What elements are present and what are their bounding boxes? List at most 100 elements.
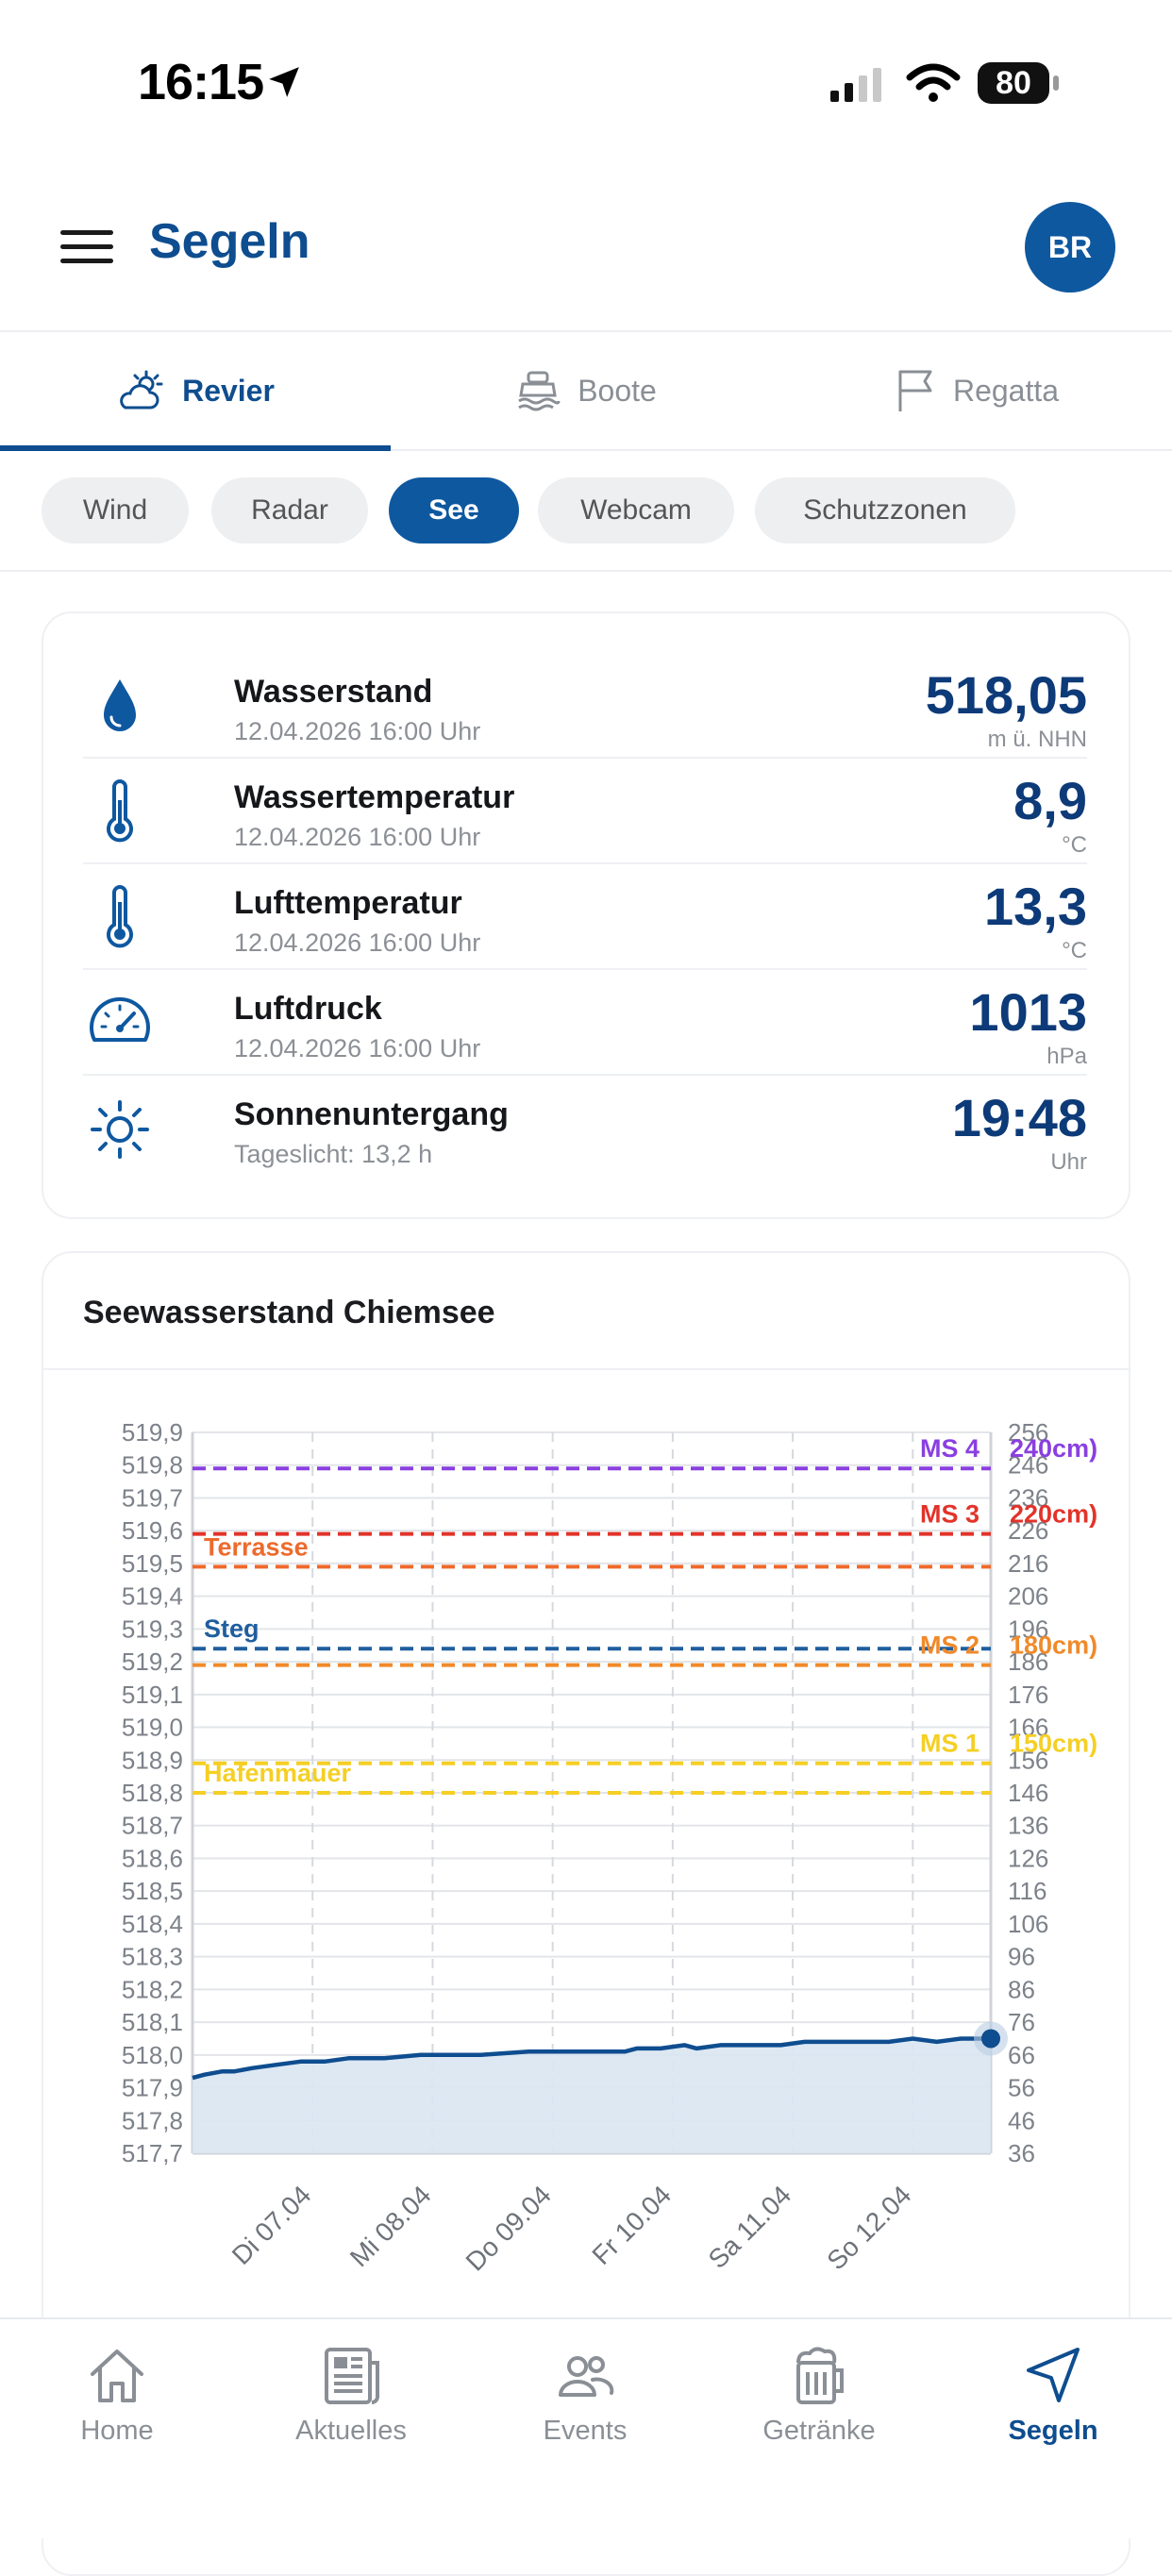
chip-wind[interactable]: Wind	[42, 477, 189, 544]
y-tick-label: 519,4	[122, 1582, 183, 1611]
chip-see[interactable]: See	[389, 477, 519, 544]
tab-revier[interactable]: Revier	[0, 332, 391, 449]
y2-tick-label: 96	[1008, 1943, 1035, 1971]
y2-tick-label: 76	[1008, 2008, 1035, 2036]
home-icon	[91, 2350, 143, 2402]
reference-label: MS 3	[920, 1500, 979, 1529]
sun-icon	[91, 1100, 149, 1159]
y-tick-label: 519,5	[122, 1549, 183, 1578]
chip-webcam[interactable]: Webcam	[538, 477, 734, 544]
reference-label: MS 4	[920, 1434, 979, 1463]
location-arrow-icon	[269, 67, 299, 97]
tab-label: Regatta	[952, 373, 1060, 408]
page-title: Segeln	[149, 214, 310, 269]
condition-unit: °C	[1062, 938, 1087, 963]
y2-tick-label: 146	[1008, 1779, 1048, 1807]
tab-label: Boote	[578, 373, 657, 408]
condition-label: Luftdruck	[234, 991, 382, 1027]
condition-value: 13,3	[984, 877, 1087, 936]
wifi-icon	[906, 63, 961, 102]
y2-tick-label: 46	[1008, 2106, 1035, 2134]
thermometer-icon	[107, 779, 133, 843]
condition-row-wassertemperatur: Wassertemperatur 12.04.2026 16:00 Uhr 8,…	[83, 759, 1087, 864]
status-time: 16:15	[138, 54, 264, 110]
boat-icon	[518, 371, 561, 411]
y-tick-label: 519,8	[122, 1451, 183, 1480]
y2-tick-label: 36	[1008, 2139, 1035, 2167]
condition-unit: °C	[1062, 832, 1087, 858]
y2-tick-label: 86	[1008, 1975, 1035, 2003]
y2-tick-label: 126	[1008, 1844, 1048, 1872]
y-tick-label: 518,7	[122, 1812, 183, 1840]
cellular-signal-icon	[830, 68, 881, 102]
beer-mug-icon	[796, 2347, 844, 2404]
y-tick-label: 518,3	[122, 1943, 183, 1971]
condition-timestamp: 12.04.2026 16:00 Uhr	[234, 928, 481, 957]
nav-segeln[interactable]: Segeln	[936, 2342, 1170, 2474]
condition-unit: m ü. NHN	[987, 727, 1087, 752]
battery-indicator: 80	[978, 62, 1059, 106]
y-tick-label: 517,9	[122, 2074, 183, 2102]
hamburger-icon[interactable]	[60, 228, 113, 266]
x-tick-label: Mi 08.04	[344, 2180, 437, 2272]
y-tick-label: 519,9	[122, 1418, 183, 1447]
y-tick-label: 518,0	[122, 2041, 183, 2069]
condition-row-lufttemperatur: Lufttemperatur 12.04.2026 16:00 Uhr 13,3…	[83, 864, 1087, 970]
condition-label: Lufttemperatur	[234, 885, 462, 921]
y2-tick-label: 206	[1008, 1582, 1048, 1611]
y2-tick-label: 116	[1008, 1877, 1046, 1905]
flag-icon	[898, 370, 932, 411]
y2-tick-label: 66	[1008, 2041, 1035, 2069]
bottom-navigation: Home Aktuelles Events Getränke Segeln	[0, 2317, 1172, 2538]
conditions-card: Wasserstand 12.04.2026 16:00 Uhr 518,05 …	[42, 611, 1130, 1219]
chip-radar[interactable]: Radar	[211, 477, 368, 544]
tab-boote[interactable]: Boote	[391, 332, 781, 449]
condition-value: 19:48	[951, 1088, 1087, 1147]
nav-getraenke[interactable]: Getränke	[702, 2342, 936, 2474]
reference-side-label: 240cm)	[1010, 1434, 1097, 1463]
nav-events[interactable]: Events	[468, 2342, 702, 2474]
y-tick-label: 518,1	[122, 2008, 183, 2036]
y-tick-label: 518,8	[122, 1779, 183, 1807]
reference-label: Terrasse	[204, 1532, 309, 1561]
nav-label: Aktuelles	[295, 2416, 407, 2446]
condition-value: 8,9	[1013, 771, 1087, 830]
condition-subtitle: Tageslicht: 13,2 h	[234, 1140, 433, 1168]
battery-percent: 80	[996, 65, 1031, 101]
condition-value: 518,05	[925, 665, 1087, 725]
condition-label: Wassertemperatur	[234, 779, 515, 815]
y-tick-label: 518,6	[122, 1844, 183, 1872]
avatar[interactable]: BR	[1025, 202, 1115, 293]
y-tick-label: 518,9	[122, 1746, 183, 1774]
y2-tick-label: 136	[1008, 1812, 1048, 1840]
condition-row-sonnenuntergang: Sonnenuntergang Tageslicht: 13,2 h 19:48…	[83, 1076, 1087, 1181]
reference-label: Hafenmauer	[204, 1759, 352, 1787]
condition-unit: Uhr	[1050, 1149, 1087, 1175]
tab-regatta[interactable]: Regatta	[781, 332, 1172, 449]
y2-tick-label: 176	[1008, 1681, 1048, 1709]
y-tick-label: 519,6	[122, 1516, 183, 1545]
y2-tick-label: 56	[1008, 2074, 1035, 2102]
gauge-icon	[90, 997, 150, 1042]
nav-label: Getränke	[762, 2416, 876, 2446]
x-tick-label: So 12.04	[821, 2180, 916, 2275]
navigation-arrow-icon	[1027, 2348, 1080, 2402]
nav-aktuelles[interactable]: Aktuelles	[234, 2342, 468, 2474]
y-tick-label: 519,1	[122, 1681, 183, 1709]
x-tick-label: Sa 11.04	[703, 2180, 797, 2274]
y2-tick-label: 106	[1008, 1910, 1048, 1938]
y-tick-label: 518,4	[122, 1910, 183, 1938]
y-tick-label: 517,8	[122, 2106, 183, 2134]
water-level-chart[interactable]: 519,9 256519,8 246519,7 236519,6 226519,5 216…	[43, 1253, 1129, 2319]
nav-home[interactable]: Home	[0, 2342, 234, 2474]
tab-bar: Revier Boote Regatta	[0, 332, 1172, 451]
reference-label: MS 2	[920, 1631, 979, 1660]
y-tick-label: 517,7	[122, 2139, 183, 2167]
reference-side-label: 150cm)	[1010, 1730, 1097, 1758]
weather-cloud-sun-icon	[120, 370, 163, 410]
condition-row-wasserstand: Wasserstand 12.04.2026 16:00 Uhr 518,05 …	[83, 653, 1087, 759]
y-tick-label: 519,0	[122, 1714, 183, 1742]
condition-row-luftdruck: Luftdruck 12.04.2026 16:00 Uhr 1013 hPa	[83, 970, 1087, 1076]
app-bar: Segeln BR	[0, 160, 1172, 332]
chip-schutzzonen[interactable]: Schutzzonen	[755, 477, 1015, 544]
